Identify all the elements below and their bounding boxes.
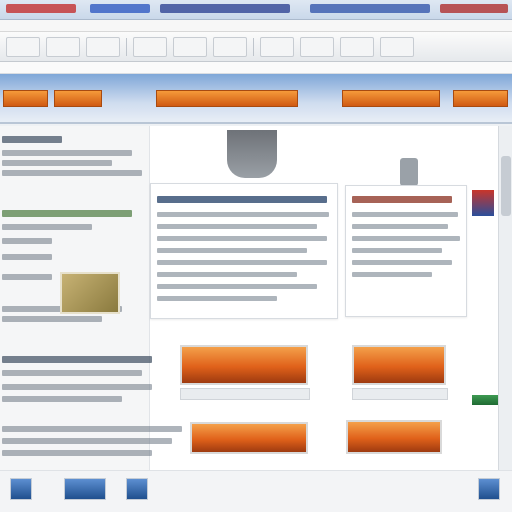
article-text [352,236,460,241]
article-title[interactable] [157,196,327,203]
sidebar-text [2,170,142,176]
menu-bar[interactable] [0,20,512,32]
article-text [157,212,329,217]
article-text [157,248,307,253]
title-text-blur [160,4,290,13]
toolbar-button[interactable] [173,36,207,57]
footer-thumbnail-image[interactable] [478,478,500,500]
sidebar-text [2,370,142,376]
title-text-blur [90,4,150,13]
footer-thumbnail-image[interactable] [126,478,148,500]
promo-caption [180,388,310,400]
toolbar-separator [126,37,127,56]
sidebar-text [2,384,152,390]
article-text [352,212,458,217]
browser-window [0,0,512,512]
sidebar-text [2,254,52,260]
sidebar-text [2,426,182,432]
toolbar-separator [253,37,254,56]
nav-tab[interactable] [54,90,102,107]
title-text-blur [440,4,508,13]
article-text [157,296,277,301]
promo-caption [352,388,448,400]
flag-icon [472,190,494,216]
article-text [157,236,327,241]
article-title[interactable] [352,196,452,203]
article-text [157,284,317,289]
footer-thumbnail-image[interactable] [64,478,106,500]
sidebar-text [2,274,52,280]
nav-tab[interactable] [342,90,440,107]
article-text [157,260,327,265]
sidebar-text [2,224,92,230]
portrait-image [227,130,277,178]
site-banner [0,74,512,124]
promo-banner[interactable] [352,345,446,385]
article-card[interactable] [150,183,338,319]
scrollbar-thumb[interactable] [501,156,511,216]
promo-banner[interactable] [190,422,308,454]
article-card[interactable] [345,185,467,317]
toolbar-button[interactable] [46,36,80,57]
toolbar-button[interactable] [133,36,167,57]
sidebar-text [2,238,52,244]
title-text-blur [310,4,430,13]
article-text [352,224,448,229]
article-text [352,260,452,265]
title-bar [0,0,512,20]
footer-thumbnail-image[interactable] [10,478,32,500]
sidebar-text [2,450,152,456]
toolbar-button[interactable] [213,36,247,57]
toolbar-button[interactable] [300,36,334,57]
sidebar-text [2,316,102,322]
vertical-scrollbar[interactable] [498,126,512,470]
article-text [157,224,317,229]
mug-image [400,158,418,186]
toolbar-button[interactable] [6,36,40,57]
nav-tab[interactable] [156,90,298,107]
article-text [157,272,297,277]
toolbar-button[interactable] [86,36,120,57]
toolbar-button[interactable] [340,36,374,57]
article-text [352,272,432,277]
title-text-blur [6,4,76,13]
sidebar-text [2,396,122,402]
address-bar[interactable] [0,62,512,74]
left-sidebar [0,126,182,512]
promo-banner[interactable] [180,345,308,385]
toolbar [0,32,512,62]
nav-tab[interactable] [453,90,508,107]
promo-banner[interactable] [346,420,442,454]
sidebar-link[interactable] [2,210,132,217]
sidebar-text [2,160,112,166]
sidebar-text [2,438,172,444]
sidebar-heading [2,356,152,363]
toolbar-button[interactable] [380,36,414,57]
nav-tab[interactable] [3,90,48,107]
sidebar-text [2,150,132,156]
toolbar-button[interactable] [260,36,294,57]
sidebar-thumbnail-image[interactable] [60,272,120,314]
article-text [352,248,442,253]
sidebar-heading [2,136,62,143]
